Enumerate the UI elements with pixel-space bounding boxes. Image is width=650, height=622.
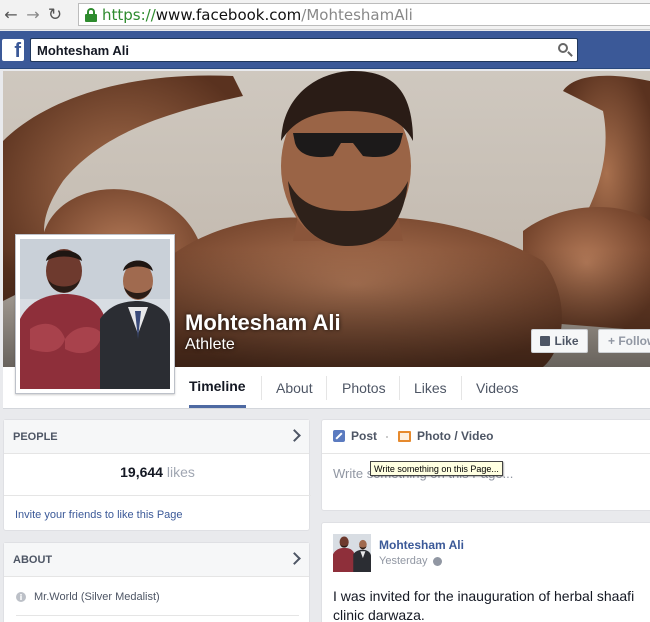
- divider: [16, 615, 299, 616]
- reload-icon[interactable]: ↻: [44, 4, 66, 26]
- composer-tab-photo-video[interactable]: Photo / Video: [398, 429, 493, 443]
- tab-photos[interactable]: Photos: [342, 367, 386, 409]
- avatar-image: [333, 534, 371, 572]
- composer-tabs: Post Photo / Video: [322, 420, 650, 454]
- globe-icon: [432, 556, 442, 566]
- invite-friends-link[interactable]: Invite your friends to like this Page: [15, 509, 183, 521]
- facebook-logo-icon[interactable]: f: [2, 39, 24, 61]
- post-timestamp[interactable]: Yesterday: [379, 555, 442, 567]
- facebook-top-bar: f Mohtesham Ali: [0, 31, 650, 69]
- pencil-icon: [333, 430, 345, 442]
- likes-summary: 19,644 likes: [4, 464, 311, 480]
- lock-icon: [85, 7, 97, 22]
- back-arrow-icon[interactable]: ←: [0, 4, 22, 26]
- people-card: PEOPLE 19,644 likes Invite your friends …: [3, 419, 311, 531]
- profile-picture-image: [20, 239, 170, 389]
- follow-button[interactable]: + Follow: [598, 329, 650, 353]
- avatar[interactable]: [333, 534, 371, 572]
- post-author[interactable]: Mohtesham Ali: [379, 538, 464, 552]
- about-card-header[interactable]: ABOUT: [4, 543, 309, 577]
- page-name[interactable]: Mohtesham Ali: [185, 310, 341, 336]
- follow-button-label: + Follow: [608, 334, 650, 348]
- search-icon[interactable]: [557, 42, 573, 58]
- like-button[interactable]: Like: [531, 329, 588, 353]
- timeline-post: Mohtesham Ali Yesterday I was invited fo…: [321, 522, 650, 622]
- tab-videos[interactable]: Videos: [476, 367, 519, 409]
- photo-icon: [398, 430, 411, 442]
- url-text: https://www.facebook.com/MohteshamAli: [102, 5, 413, 24]
- tab-about[interactable]: About: [276, 367, 313, 409]
- forward-arrow-icon[interactable]: →: [22, 4, 44, 26]
- tab-likes[interactable]: Likes: [414, 367, 447, 409]
- like-button-label: Like: [554, 334, 579, 348]
- about-item-text: Mr.World (Silver Medalist): [34, 591, 160, 603]
- likes-count: 19,644: [120, 464, 163, 480]
- about-item: i Mr.World (Silver Medalist): [16, 591, 160, 603]
- search-input[interactable]: Mohtesham Ali: [30, 38, 578, 62]
- composer-tab-post[interactable]: Post: [333, 429, 377, 443]
- tab-timeline[interactable]: Timeline: [189, 367, 246, 408]
- thumbs-up-icon: [540, 336, 551, 346]
- search-value: Mohtesham Ali: [37, 42, 129, 58]
- tooltip: Write something on this Page...: [370, 461, 503, 476]
- likes-label: likes: [166, 464, 195, 480]
- info-icon: i: [16, 592, 26, 602]
- divider: [4, 495, 311, 496]
- people-card-title: PEOPLE: [13, 430, 58, 443]
- address-bar[interactable]: https://www.facebook.com/MohteshamAli: [78, 3, 650, 26]
- chevron-right-icon[interactable]: [288, 429, 301, 442]
- page: ← → ↻ https://www.facebook.com/Mohtesham…: [0, 0, 650, 622]
- people-card-header[interactable]: PEOPLE: [4, 420, 309, 454]
- post-body: I was invited for the inauguration of he…: [333, 588, 635, 622]
- chevron-right-icon[interactable]: [288, 552, 301, 565]
- profile-picture[interactable]: [15, 234, 175, 394]
- about-card: ABOUT i Mr.World (Silver Medalist): [3, 542, 310, 622]
- about-card-title: ABOUT: [13, 553, 53, 566]
- page-category[interactable]: Athlete: [185, 336, 235, 354]
- browser-toolbar: ← → ↻ https://www.facebook.com/Mohtesham…: [0, 0, 650, 30]
